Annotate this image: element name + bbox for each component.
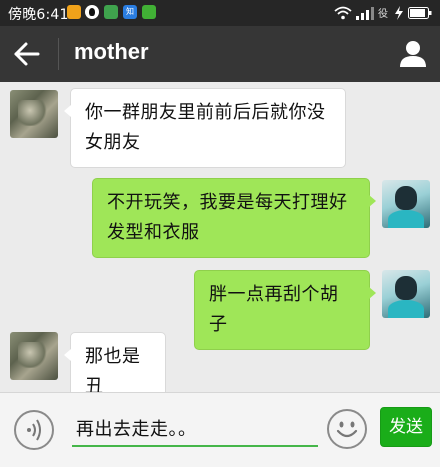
mother-avatar[interactable] bbox=[10, 90, 58, 138]
message-text-line: 发型和衣服 bbox=[107, 222, 200, 243]
status-indicators: 役 bbox=[334, 4, 434, 22]
input-bar: 再出去走走。。 发送 bbox=[0, 392, 440, 467]
message-bubble-outgoing[interactable]: 胖一点再刮个胡子 bbox=[194, 270, 376, 350]
message-text-line: 胖一点再刮个胡子 bbox=[209, 284, 339, 335]
back-button[interactable] bbox=[12, 40, 42, 68]
send-button[interactable]: 发送 bbox=[380, 407, 432, 447]
carrier-text: 役 bbox=[378, 9, 388, 20]
qq-icon bbox=[85, 5, 99, 19]
zhihu-icon: 知 bbox=[123, 5, 137, 19]
message-text-line: 不开玩笑，我要是每天打理好 bbox=[107, 192, 348, 213]
chat-title: mother bbox=[74, 39, 149, 64]
message-text-line: 你一群朋友里前前后后就你没 bbox=[85, 102, 326, 123]
my-avatar[interactable] bbox=[382, 180, 430, 228]
my-avatar[interactable] bbox=[382, 270, 430, 318]
emoji-icon bbox=[336, 421, 358, 438]
voice-button[interactable] bbox=[14, 410, 54, 450]
message-bubble-outgoing[interactable]: 不开玩笑，我要是每天打理好 发型和衣服 bbox=[92, 178, 376, 258]
wifi-icon bbox=[334, 6, 352, 20]
header-divider bbox=[58, 38, 59, 70]
chat-header: mother bbox=[0, 26, 440, 82]
signal-icon bbox=[356, 7, 374, 20]
emoji-button[interactable] bbox=[327, 409, 367, 449]
voice-icon bbox=[27, 419, 41, 441]
message-bubble-incoming[interactable]: 你一群朋友里前前后后就你没 女朋友 bbox=[64, 88, 346, 168]
person-icon bbox=[400, 41, 426, 67]
back-arrow-icon bbox=[14, 42, 40, 66]
status-time: 傍晚6:41 bbox=[8, 7, 69, 23]
battery-icon bbox=[408, 7, 432, 19]
mother-avatar[interactable] bbox=[10, 332, 58, 380]
message-input-text: 再出去走走。。 bbox=[76, 419, 197, 440]
status-bar: 傍晚6:41 知 役 bbox=[0, 0, 440, 26]
wechat-icon bbox=[142, 5, 156, 19]
message-icon bbox=[104, 5, 118, 19]
message-input[interactable]: 再出去走走。。 bbox=[72, 411, 318, 447]
message-list[interactable]: 你一群朋友里前前后后就你没 女朋友 不开玩笑，我要是每天打理好 发型和衣服 胖一… bbox=[0, 82, 440, 412]
notification-app-icon bbox=[67, 5, 81, 19]
charging-icon bbox=[395, 6, 403, 20]
message-text-line: 女朋友 bbox=[85, 132, 141, 153]
profile-button[interactable] bbox=[400, 40, 426, 68]
